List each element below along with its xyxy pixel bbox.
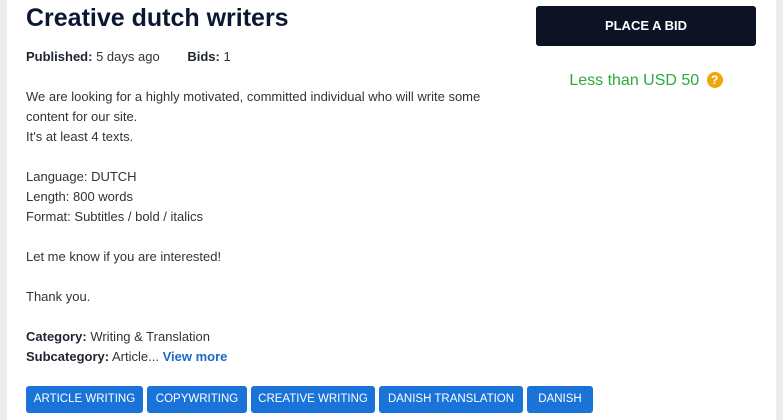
tag-danish[interactable]: DANISH (527, 386, 593, 413)
description-line: It's at least 4 texts. (26, 129, 134, 144)
job-title: Creative dutch writers (26, 4, 289, 32)
job-description: We are looking for a highly motivated, c… (26, 87, 526, 307)
category-row: Category: Writing & Translation (26, 327, 227, 347)
job-meta: Published: 5 days ago Bids: 1 (26, 48, 231, 66)
job-categories: Category: Writing & Translation Subcateg… (26, 327, 227, 367)
bids-count: Bids: 1 (187, 49, 230, 64)
budget-text: Less than USD 50 (569, 72, 700, 89)
subcategory-row: Subcategory: Article... View more (26, 347, 227, 367)
tag-copywriting[interactable]: COPYWRITING (147, 386, 247, 413)
description-line: Format: Subtitles / bold / italics (26, 209, 204, 224)
budget: Less than USD 50 ? (536, 71, 756, 91)
published-value: 5 days ago (96, 49, 160, 64)
published-label: Published: (26, 49, 93, 64)
bids-label: Bids: (187, 49, 220, 64)
job-card: Creative dutch writers Published: 5 days… (7, 0, 776, 420)
category-value: Writing & Translation (90, 329, 211, 344)
category-label: Category: (26, 329, 87, 344)
tag-creative-writing[interactable]: CREATIVE WRITING (251, 386, 375, 413)
description-blank-line (26, 147, 526, 167)
subcategory-label: Subcategory: (26, 349, 110, 364)
description-line: Length: 800 words (26, 189, 133, 204)
description-line: content for our site. (26, 109, 138, 124)
help-icon[interactable]: ? (706, 72, 723, 88)
bids-value: 1 (223, 49, 231, 64)
tag-article-writing[interactable]: ARTICLE WRITING (26, 386, 143, 413)
tag-danish-translation[interactable]: DANISH TRANSLATION (379, 386, 523, 413)
subcategory-value: Article... (111, 349, 159, 364)
view-more-link[interactable]: View more (163, 349, 228, 364)
description-blank-line (26, 227, 526, 247)
description-blank-line (26, 267, 526, 287)
description-line: Language: DUTCH (26, 169, 137, 184)
description-line: Thank you. (26, 289, 91, 304)
description-line: Let me know if you are interested! (26, 249, 222, 264)
description-line: We are looking for a highly motivated, c… (26, 89, 481, 104)
place-bid-button[interactable]: PLACE A BID (536, 6, 756, 46)
